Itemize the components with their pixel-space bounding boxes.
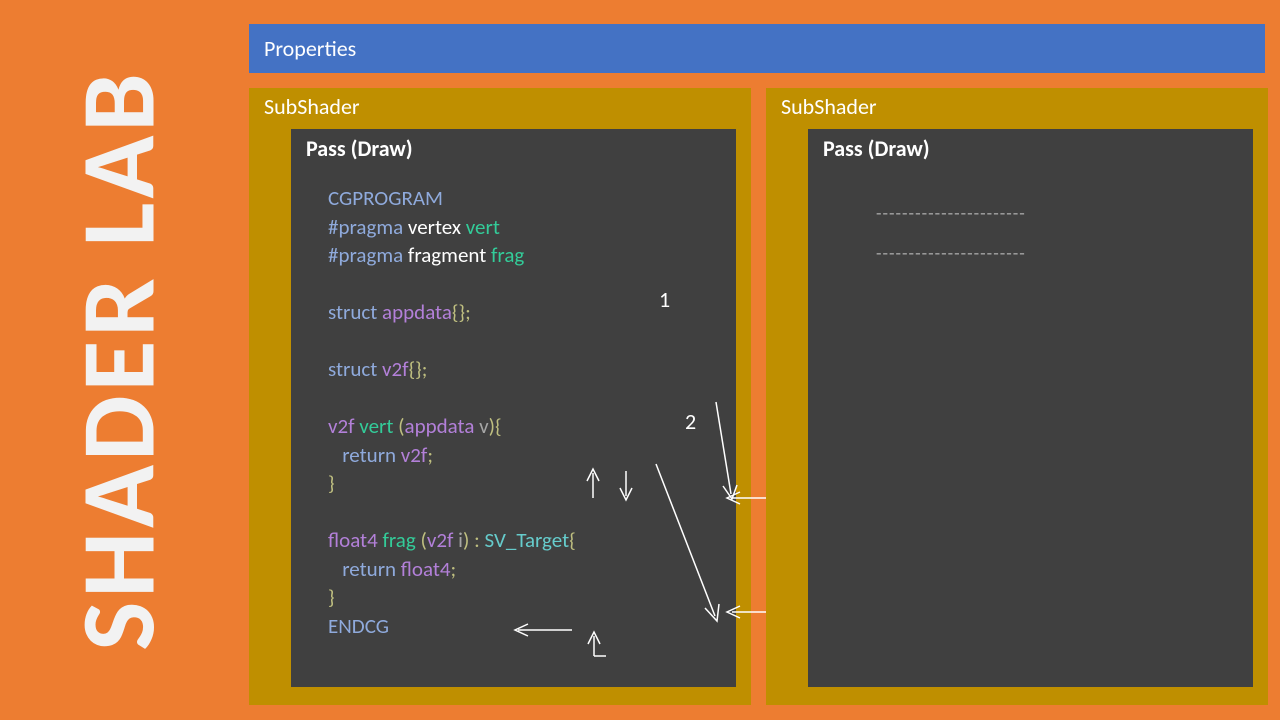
pass-right: Pass (Draw) ----------------------- ----… [808,129,1253,687]
type-v2f: v2f [382,356,409,382]
type-appdata: appdata [382,299,452,325]
paren-4: ) : [463,527,484,553]
subshader-left: SubShader Pass (Draw) CGPROGRAM #pragma … [249,88,751,705]
semi-1: ; [427,442,433,468]
ret-v2f: v2f [328,413,359,439]
ret-float4-val: float4 [401,556,451,582]
properties-bar: Properties [249,24,1265,73]
fn-frag-decl: frag [491,242,524,268]
fn-vert-decl: vert [466,214,500,240]
label-2: 2 [685,408,696,435]
pass-left-title: Pass (Draw) [306,135,413,162]
ret-v2f-val: v2f [401,442,428,468]
kw-struct-1: struct [328,299,382,325]
kw-return-2: return [328,556,401,582]
braces-1: {}; [452,299,471,325]
subshader-right: SubShader Pass (Draw) ------------------… [766,88,1268,705]
semi-2: ; [451,556,457,582]
fn-frag: frag [382,527,420,553]
subshader-left-title: SubShader [264,93,360,120]
label-1: 1 [659,286,670,313]
kw-fragment: fragment [408,242,491,268]
pass-left: Pass (Draw) CGPROGRAM #pragma vertex ver… [291,129,736,687]
properties-label: Properties [264,35,356,62]
kw-pragma-1: #pragma [328,214,408,240]
sidebar: SHADER LAB [0,0,235,720]
fn-vert: vert [359,413,398,439]
subshader-right-title: SubShader [781,93,877,120]
kw-pragma-2: #pragma [328,242,408,268]
param-v2f: v2f [427,527,458,553]
placeholder-lines: ----------------------- ----------------… [876,193,1026,273]
param-appdata: appdata [405,413,480,439]
brace-close-2: } [328,584,335,610]
sidebar-title: SHADER LAB [54,69,181,650]
brace-open-2: { [569,527,576,553]
kw-vertex: vertex [408,214,466,240]
placeholder-line-2: ----------------------- [876,233,1026,273]
kw-endcg: ENDCG [328,613,389,639]
brace-close-1: } [328,470,335,496]
code-block: CGPROGRAM #pragma vertex vert #pragma fr… [328,184,576,640]
paren-2: ){ [489,413,502,439]
param-v: v [479,413,489,439]
ret-float4: float4 [328,527,382,553]
kw-return-1: return [328,442,401,468]
pass-right-title: Pass (Draw) [823,135,930,162]
kw-cgprogram: CGPROGRAM [328,185,443,211]
braces-2: {}; [409,356,428,382]
placeholder-line-1: ----------------------- [876,193,1026,233]
kw-struct-2: struct [328,356,382,382]
semantic-sv: SV_Target [484,527,569,553]
